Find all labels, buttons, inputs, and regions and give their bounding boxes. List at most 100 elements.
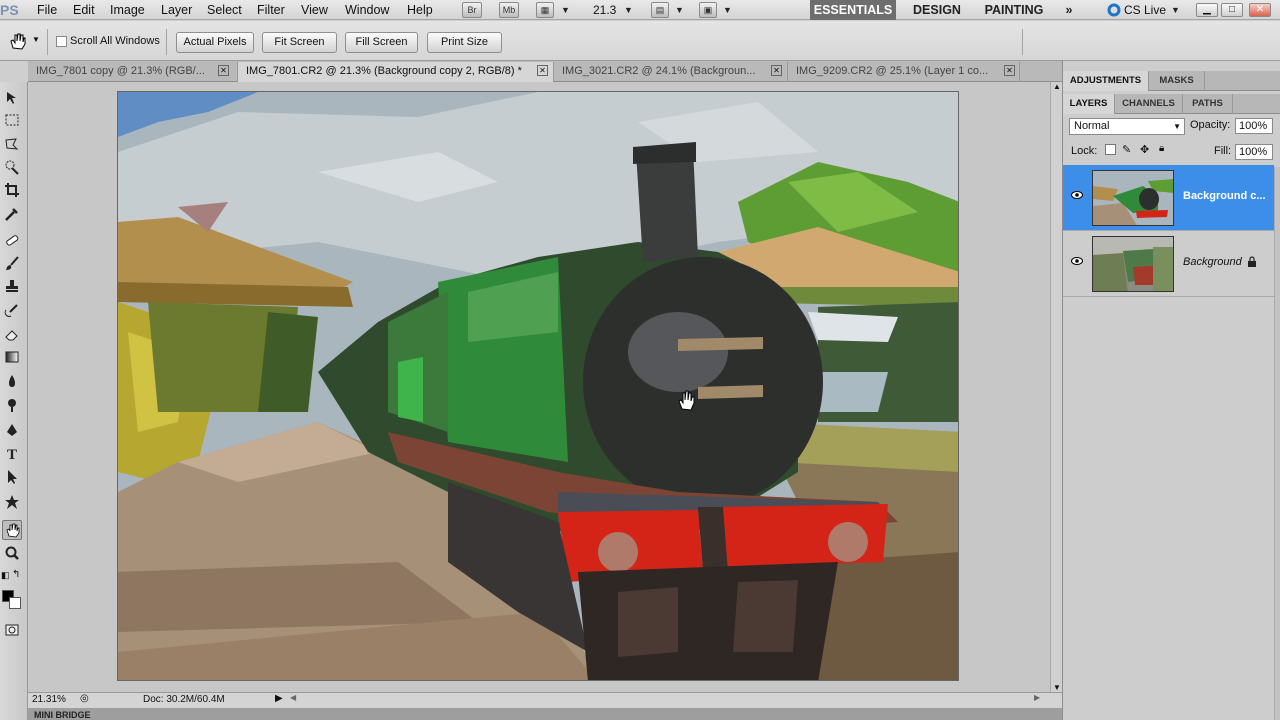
fill-label: Fill: bbox=[1214, 145, 1232, 157]
quick-selection-tool-icon[interactable] bbox=[2, 157, 22, 177]
chevron-down-icon[interactable]: ▼ bbox=[1171, 0, 1180, 20]
close-tab-icon[interactable]: ✕ bbox=[218, 65, 229, 76]
tab-paths[interactable]: PATHS bbox=[1183, 94, 1233, 114]
menu-select[interactable]: Select bbox=[207, 0, 242, 20]
menu-image[interactable]: Image bbox=[110, 0, 145, 20]
maximize-icon[interactable]: □ bbox=[1221, 3, 1243, 17]
status-menu-arrow-icon[interactable]: ▶ bbox=[275, 693, 283, 704]
chevron-down-icon[interactable]: ▼ bbox=[675, 0, 684, 20]
close-icon[interactable]: ✕ bbox=[1249, 3, 1271, 17]
crop-tool-icon[interactable] bbox=[2, 180, 22, 200]
hand-tool-preset-icon[interactable] bbox=[7, 31, 27, 51]
move-tool-icon[interactable] bbox=[2, 88, 22, 108]
screen-mode-icon[interactable]: ▣ bbox=[699, 2, 717, 18]
layers-scrollbar[interactable] bbox=[1274, 167, 1280, 720]
menu-view[interactable]: View bbox=[301, 0, 328, 20]
menu-file[interactable]: File bbox=[37, 0, 57, 20]
zoom-level-field[interactable]: 21.3 bbox=[593, 0, 616, 20]
extras-icon[interactable]: ▦ bbox=[536, 2, 554, 18]
marquee-tool-icon[interactable] bbox=[2, 110, 22, 130]
hand-tool-icon[interactable] bbox=[2, 520, 22, 540]
status-info-icon[interactable]: ◎ bbox=[80, 693, 89, 704]
lasso-tool-icon[interactable] bbox=[2, 134, 22, 154]
workspace-essentials[interactable]: ESSENTIALS bbox=[810, 0, 896, 20]
lock-image-pixels-icon[interactable]: ✎ bbox=[1122, 143, 1131, 156]
document-size-info[interactable]: Doc: 30.2M/60.4M bbox=[143, 694, 225, 705]
workspace-design[interactable]: DESIGN bbox=[905, 0, 969, 20]
blend-mode-select[interactable]: Normal ▼ bbox=[1069, 118, 1185, 135]
close-tab-icon[interactable]: ✕ bbox=[1004, 65, 1015, 76]
fill-field[interactable]: 100% bbox=[1235, 144, 1273, 160]
tab-img3021-cr2[interactable]: IMG_3021.CR2 @ 24.1% (Backgroun... bbox=[554, 62, 788, 82]
eye-icon[interactable] bbox=[1071, 191, 1083, 199]
quick-mask-icon[interactable] bbox=[2, 620, 22, 640]
eye-icon[interactable] bbox=[1071, 257, 1083, 265]
menu-filter[interactable]: Filter bbox=[257, 0, 285, 20]
mini-bridge-panel-tab[interactable]: MINI BRIDGE bbox=[28, 708, 1062, 720]
lock-all-icon[interactable]: 🔒︎ bbox=[1159, 143, 1164, 154]
fill-screen-button[interactable]: Fill Screen bbox=[345, 32, 418, 53]
tab-adjustments[interactable]: ADJUSTMENTS bbox=[1063, 71, 1149, 91]
path-selection-tool-icon[interactable] bbox=[2, 467, 22, 487]
more-workspaces-icon[interactable]: » bbox=[1058, 0, 1080, 20]
chevron-down-icon[interactable]: ▼ bbox=[561, 0, 570, 20]
brush-tool-icon[interactable] bbox=[2, 253, 22, 273]
default-colors-icon[interactable]: ◧ bbox=[1, 570, 10, 581]
tab-img7801-cr2[interactable]: IMG_7801.CR2 @ 21.3% (Background copy 2,… bbox=[238, 62, 554, 82]
scroll-up-icon[interactable]: ▲ bbox=[1053, 82, 1061, 91]
menu-layer[interactable]: Layer bbox=[161, 0, 192, 20]
fit-screen-button[interactable]: Fit Screen bbox=[262, 32, 337, 53]
background-color-swatch[interactable] bbox=[9, 597, 21, 609]
pen-tool-icon[interactable] bbox=[2, 420, 22, 440]
menu-window[interactable]: Window bbox=[345, 0, 389, 20]
tab-img9209-cr2[interactable]: IMG_9209.CR2 @ 25.1% (Layer 1 co... bbox=[788, 62, 1020, 82]
cs-live-menu[interactable]: CS Live bbox=[1124, 0, 1166, 20]
status-zoom-field[interactable]: 21.31% bbox=[32, 694, 72, 705]
healing-brush-tool-icon[interactable] bbox=[2, 230, 22, 250]
type-tool-icon[interactable]: T bbox=[2, 443, 22, 463]
eyedropper-tool-icon[interactable] bbox=[2, 204, 22, 224]
blur-tool-icon[interactable] bbox=[2, 371, 22, 391]
eraser-tool-icon[interactable] bbox=[2, 324, 22, 344]
layer-row-background[interactable]: Background bbox=[1063, 231, 1274, 297]
minimize-icon[interactable]: ▁ bbox=[1196, 3, 1218, 17]
gradient-tool-icon[interactable] bbox=[2, 347, 22, 367]
opacity-field[interactable]: 100% bbox=[1235, 118, 1273, 134]
clone-stamp-tool-icon[interactable] bbox=[2, 276, 22, 296]
cs-live-icon[interactable] bbox=[1107, 3, 1121, 17]
close-tab-icon[interactable]: ✕ bbox=[537, 65, 548, 76]
scroll-all-windows-checkbox[interactable] bbox=[56, 36, 67, 47]
tab-channels[interactable]: CHANNELS bbox=[1115, 94, 1183, 114]
custom-shape-tool-icon[interactable] bbox=[2, 492, 22, 512]
scroll-left-icon[interactable]: ◀ bbox=[290, 693, 296, 702]
layer-name[interactable]: Background c... bbox=[1183, 190, 1266, 202]
tab-img7801-copy[interactable]: IMG_7801 copy @ 21.3% (RGB/... bbox=[28, 62, 238, 82]
layer-name[interactable]: Background bbox=[1183, 256, 1242, 268]
document-image[interactable] bbox=[117, 91, 959, 681]
mini-bridge-button[interactable]: Mb bbox=[499, 2, 519, 18]
history-brush-tool-icon[interactable] bbox=[2, 300, 22, 320]
close-tab-icon[interactable]: ✕ bbox=[771, 65, 782, 76]
vertical-scrollbar[interactable]: ▲ ▼ bbox=[1050, 82, 1062, 692]
options-bar: ▼ Scroll All Windows Actual Pixels Fit S… bbox=[0, 21, 1280, 61]
menu-edit[interactable]: Edit bbox=[73, 0, 95, 20]
arrange-documents-icon[interactable]: ▤ bbox=[651, 2, 669, 18]
workspace-painting[interactable]: PAINTING bbox=[976, 0, 1052, 20]
chevron-down-icon[interactable]: ▼ bbox=[723, 0, 732, 20]
print-size-button[interactable]: Print Size bbox=[427, 32, 502, 53]
tab-masks[interactable]: MASKS bbox=[1149, 71, 1205, 91]
actual-pixels-button[interactable]: Actual Pixels bbox=[176, 32, 254, 53]
lock-transparent-pixels-icon[interactable] bbox=[1105, 144, 1116, 155]
menu-help[interactable]: Help bbox=[407, 0, 433, 20]
dodge-tool-icon[interactable] bbox=[2, 395, 22, 415]
scroll-down-icon[interactable]: ▼ bbox=[1053, 683, 1061, 692]
lock-position-icon[interactable]: ✥ bbox=[1140, 143, 1149, 156]
scroll-right-icon[interactable]: ▶ bbox=[1034, 693, 1040, 702]
bridge-button[interactable]: Br bbox=[462, 2, 482, 18]
swap-colors-icon[interactable]: ↰ bbox=[12, 569, 20, 580]
layer-row-background-copy[interactable]: Background c... bbox=[1063, 165, 1274, 231]
zoom-tool-icon[interactable] bbox=[2, 543, 22, 563]
tab-layers[interactable]: LAYERS bbox=[1063, 94, 1115, 114]
chevron-down-icon[interactable]: ▼ bbox=[32, 35, 40, 44]
chevron-down-icon[interactable]: ▼ bbox=[624, 0, 633, 20]
